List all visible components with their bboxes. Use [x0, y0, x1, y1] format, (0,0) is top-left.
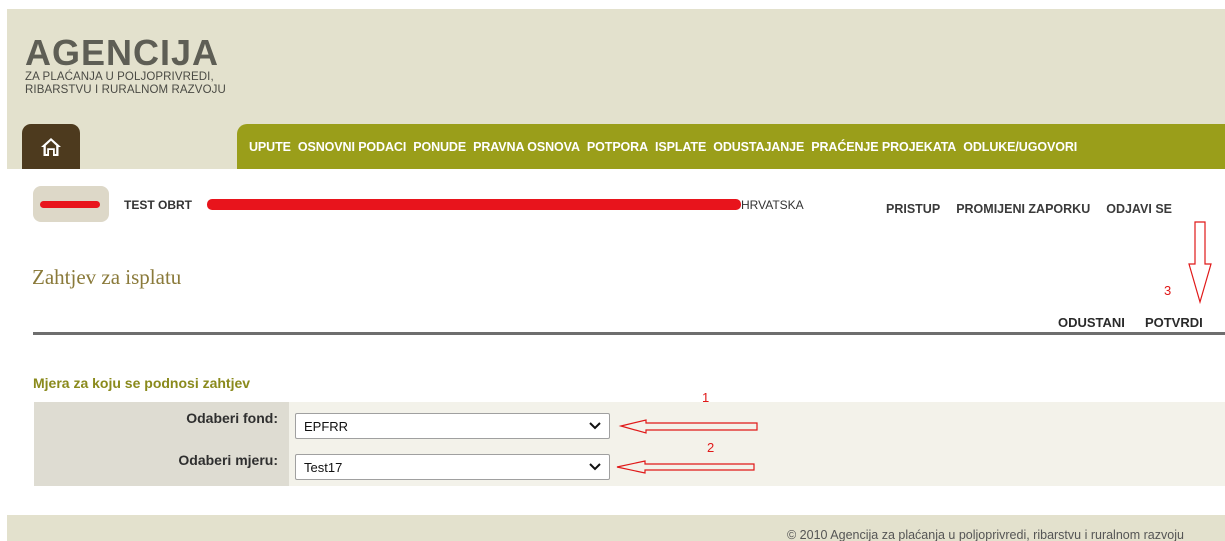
fund-select[interactable]: EPFRR	[295, 413, 610, 439]
chevron-down-icon	[589, 422, 601, 430]
home-button[interactable]	[22, 124, 80, 169]
logout-link[interactable]: ODJAVI SE	[1106, 202, 1172, 216]
cancel-button[interactable]: ODUSTANI	[1058, 315, 1125, 330]
nav-item-isplate[interactable]: ISPLATE	[655, 140, 706, 154]
annotation-label-2: 2	[707, 440, 715, 455]
nav-item-odustajanje[interactable]: ODUSTAJANJE	[713, 140, 804, 154]
redaction-mark	[207, 199, 741, 210]
nav-item-ponude[interactable]: PONUDE	[413, 140, 466, 154]
footer-copyright: © 2010 Agencija za plaćanja u poljoprivr…	[787, 528, 1184, 541]
user-links: PRISTUP PROMIJENI ZAPORKU ODJAVI SE	[886, 202, 1172, 216]
nav-item-upute[interactable]: UPUTE	[249, 140, 291, 154]
home-icon	[41, 137, 61, 156]
nav-item-odluke-ugovori[interactable]: ODLUKE/UGOVORI	[963, 140, 1077, 154]
form-table: Odaberi fond: Odaberi mjeru: EPFRR Test1…	[34, 402, 1225, 486]
measure-select-value: Test17	[304, 459, 343, 475]
logo-title: AGENCIJA	[25, 32, 220, 73]
nav-item-osnovni-podaci[interactable]: OSNOVNI PODACI	[298, 140, 406, 154]
nav-item-pravna-osnova[interactable]: PRAVNA OSNOVA	[473, 140, 580, 154]
measure-select[interactable]: Test17	[295, 454, 610, 480]
logo-subtitle-line2: RIBARSTVU I RURALNOM RAZVOJU	[25, 84, 226, 96]
annotation-label-1: 1	[702, 390, 710, 405]
annotation-label-3: 3	[1164, 283, 1172, 298]
main-nav: UPUTE OSNOVNI PODACI PONUDE PRAVNA OSNOV…	[237, 124, 1225, 169]
user-country: HRVATSKA	[741, 198, 804, 212]
fund-select-value: EPFRR	[304, 418, 349, 434]
confirm-button[interactable]: POTVRDI	[1145, 315, 1203, 330]
measure-label: Odaberi mjeru:	[178, 452, 278, 468]
section-heading: Mjera za koju se podnosi zahtjev	[33, 375, 251, 391]
user-name: TEST OBRT	[124, 198, 192, 212]
fund-label: Odaberi fond:	[186, 410, 278, 426]
main-content: TEST OBRT HRVATSKA PRISTUP PROMIJENI ZAP…	[7, 169, 1225, 515]
nav-item-pracenje-projekata[interactable]: PRAĆENJE PROJEKATA	[811, 140, 956, 154]
title-divider	[33, 332, 1225, 335]
pristup-link[interactable]: PRISTUP	[886, 202, 940, 216]
nav-item-potpora[interactable]: POTPORA	[587, 140, 648, 154]
chevron-down-icon	[589, 463, 601, 471]
page-title: Zahtjev za isplatu	[32, 265, 182, 289]
logo-subtitle-line1: ZA PLAĆANJA U POLJOPRIVREDI,	[25, 71, 214, 83]
action-links: ODUSTANI POTVRDI	[1058, 315, 1203, 330]
change-password-link[interactable]: PROMIJENI ZAPORKU	[956, 202, 1090, 216]
agency-logo[interactable]: AGENCIJA ZA PLAĆANJA U POLJOPRIVREDI, RI…	[25, 35, 226, 97]
avatar	[33, 186, 109, 222]
redaction-mark	[40, 201, 100, 208]
